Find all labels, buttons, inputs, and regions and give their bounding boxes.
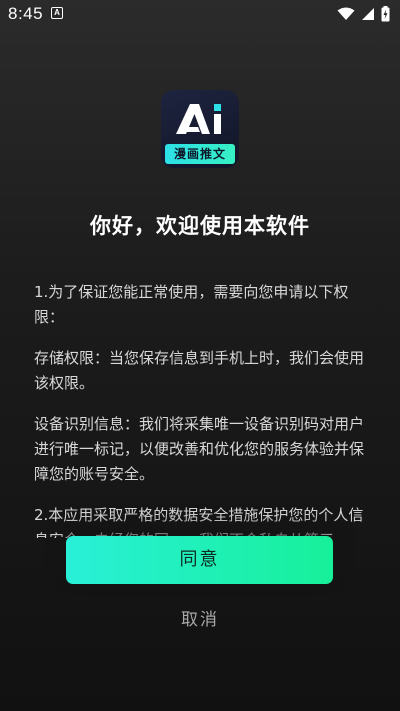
status-time: 8:45 (8, 4, 44, 23)
paragraph-intro: 1.为了保证您能正常使用，需要向您申请以下权限： (34, 283, 349, 326)
dialog-title: 你好，欢迎使用本软件 (90, 214, 310, 238)
paragraph-device-id: 设备识别信息：我们将采集唯一设备识别码对用户进行唯一标记，以便改善和优化您的服务… (34, 415, 365, 483)
app-logo-mark (176, 104, 221, 134)
app-logo: 漫画推文 (161, 90, 239, 168)
paragraph-storage-permission: 存储权限：当您保存信息到手机上时，我们会使用该权限。 (34, 349, 365, 392)
wifi-icon (337, 7, 355, 20)
status-bar: 8:45 A (0, 0, 400, 28)
logo-banner: 漫画推文 (165, 144, 235, 164)
permission-text-scroll[interactable]: 1.为了保证您能正常使用，需要向您申请以下权限： 存储权限：当您保存信息到手机上… (34, 280, 368, 538)
paragraph-data-security: 2.本应用采取严格的数据安全措施保护您的个人信息安全，未经您的同一，我们不会私自… (34, 506, 364, 538)
signal-icon (362, 8, 374, 20)
agree-button[interactable]: 同意 (66, 536, 333, 584)
notification-icon: A (51, 7, 63, 19)
battery-charging-icon (381, 6, 390, 22)
status-icons (337, 5, 390, 23)
cancel-button[interactable]: 取消 (150, 605, 250, 635)
